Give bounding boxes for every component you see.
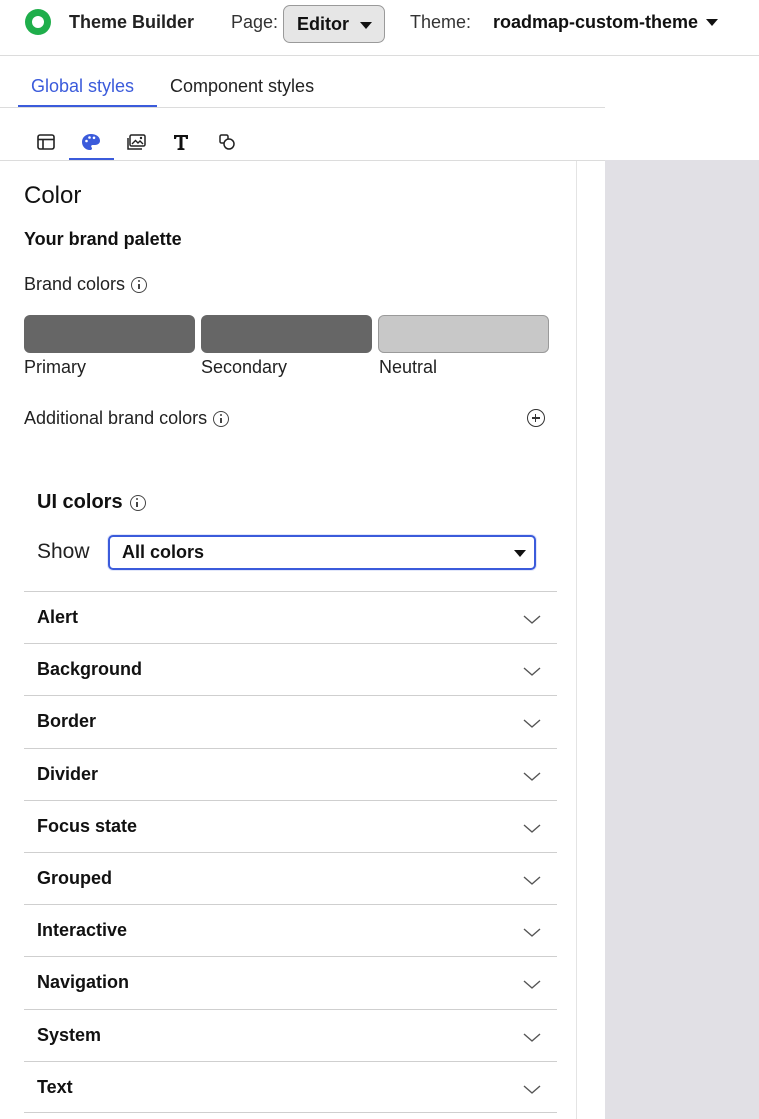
accordion-label: Border (37, 711, 97, 732)
show-filter-value: All colors (122, 542, 205, 562)
chevron-down-icon (523, 1032, 541, 1042)
accordion-system[interactable]: System (24, 1008, 557, 1061)
tab-component-styles[interactable]: Component styles (170, 76, 314, 97)
swatch-secondary[interactable] (201, 315, 372, 353)
app-logo-icon (25, 9, 51, 35)
chevron-down-icon (523, 1085, 541, 1094)
swatch-label-neutral: Neutral (379, 357, 438, 377)
ui-colors-title: UI colors (37, 491, 146, 514)
accordion-label: Background (37, 659, 143, 680)
accordion-label: Divider (37, 763, 99, 784)
accordion-interactive[interactable]: Interactive (24, 904, 557, 956)
brand-colors-text: Brand colors (24, 274, 126, 294)
caret-down-icon (514, 550, 526, 557)
ui-colors-text: UI colors (37, 491, 123, 513)
palette-icon[interactable] (76, 128, 106, 156)
chevron-down-icon (523, 772, 541, 781)
chevron-down-icon (523, 980, 541, 990)
toolbar-divider (0, 160, 605, 161)
tab-global-styles[interactable]: Global styles (31, 76, 134, 97)
accordion-divider[interactable]: Divider (24, 747, 557, 800)
page-label: Page: (231, 12, 279, 32)
image-icon[interactable] (122, 128, 152, 156)
accordion-navigation[interactable]: Navigation (24, 956, 557, 1008)
theme-select[interactable]: roadmap-custom-theme (493, 12, 719, 33)
brand-palette-title: Your brand palette (24, 229, 182, 249)
chevron-down-icon (523, 667, 541, 677)
page-select-value: Editor (297, 13, 349, 34)
accordion-focus-state[interactable]: Focus state (24, 799, 557, 852)
additional-brand-colors-label: Additional brand colors (24, 408, 230, 429)
accordion-grouped[interactable]: Grouped (24, 851, 557, 904)
info-icon[interactable] (131, 276, 148, 293)
section-title: Color (24, 182, 82, 209)
chevron-down-icon (523, 876, 541, 885)
accordion-label: Navigation (37, 972, 130, 993)
caret-down-icon (706, 19, 719, 26)
accordion-label: Text (37, 1076, 73, 1097)
accordion-border[interactable]: Border (24, 695, 557, 747)
shapes-icon[interactable] (212, 128, 242, 156)
ui-color-categories: Alert Background Border Divider Focus st… (24, 591, 557, 1113)
chevron-down-icon (523, 928, 541, 938)
layout-icon[interactable] (31, 128, 61, 156)
accordion-label: Alert (37, 607, 79, 627)
swatch-label-primary: Primary (24, 357, 86, 377)
swatch-label-secondary: Secondary (201, 357, 288, 377)
info-icon[interactable] (129, 494, 146, 511)
typography-icon[interactable] (166, 128, 196, 156)
header-divider (0, 55, 759, 56)
accordion-background[interactable]: Background (24, 643, 557, 695)
top-bar: Theme Builder Page: Editor Theme: roadma… (0, 0, 759, 48)
accordion-label: System (37, 1024, 102, 1045)
add-circle-icon[interactable] (527, 409, 545, 427)
swatch-primary[interactable] (24, 315, 195, 353)
brand-colors-label: Brand colors (24, 274, 148, 295)
accordion-label: Grouped (37, 867, 112, 888)
chevron-down-icon (523, 615, 541, 624)
chevron-down-icon (523, 824, 541, 833)
preview-canvas (605, 160, 759, 1119)
caret-down-icon (360, 22, 372, 29)
show-label: Show (37, 540, 90, 563)
info-icon[interactable] (213, 410, 230, 427)
theme-label: Theme: (410, 12, 472, 32)
accordion-alert[interactable]: Alert (24, 591, 557, 643)
accordion-label: Focus state (37, 815, 138, 836)
show-filter-select[interactable]: All colors (108, 535, 536, 570)
panel-scroll-gutter (576, 161, 577, 1119)
theme-select-value: roadmap-custom-theme (493, 12, 699, 32)
chevron-down-icon (523, 719, 541, 729)
accordion-label: Interactive (37, 920, 128, 941)
app-title: Theme Builder (69, 12, 195, 32)
tabs-divider (0, 107, 605, 108)
page-select[interactable]: Editor (283, 5, 385, 43)
swatch-neutral[interactable] (378, 315, 549, 353)
accordion-text[interactable]: Text (24, 1060, 557, 1113)
additional-brand-colors-text: Additional brand colors (24, 408, 208, 428)
